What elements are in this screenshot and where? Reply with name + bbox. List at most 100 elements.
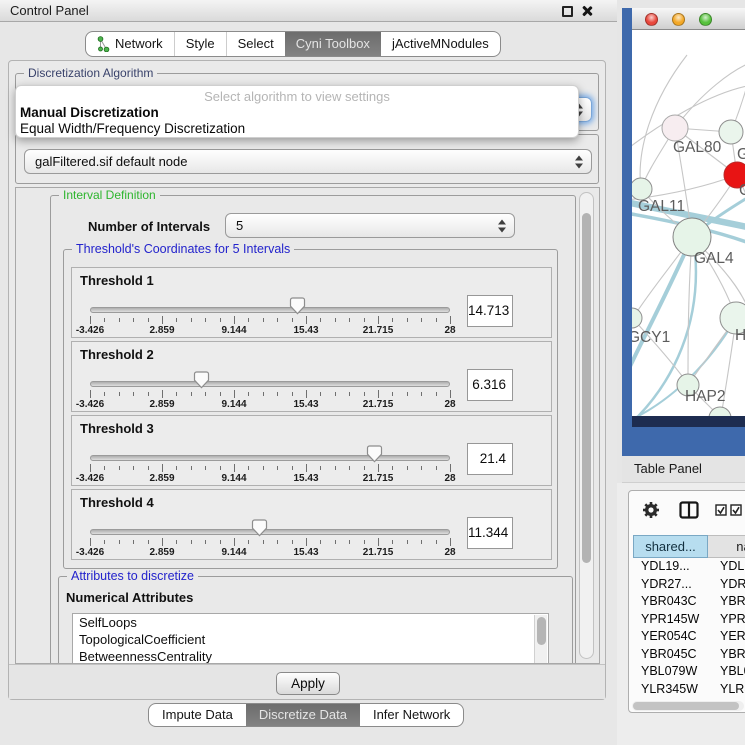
threshold-slider[interactable]: -3.4262.8599.14415.4321.71528 bbox=[90, 268, 450, 339]
attributes-list-scrollbar[interactable] bbox=[534, 615, 547, 664]
network-node[interactable] bbox=[632, 178, 652, 200]
tab-discretize-data[interactable]: Discretize Data bbox=[246, 704, 360, 726]
table-cell-shared-name[interactable]: YLR345W bbox=[633, 681, 708, 699]
slider-scale-label: 2.859 bbox=[149, 325, 174, 336]
network-node[interactable] bbox=[709, 407, 731, 416]
attributes-scrollbar-thumb[interactable] bbox=[537, 617, 546, 645]
table-cell-name[interactable]: YDL19... bbox=[708, 558, 745, 576]
popup-item-equal-width-frequency[interactable]: Equal Width/Frequency Discretization bbox=[20, 121, 245, 136]
table-cell-shared-name[interactable]: YBR043C bbox=[633, 593, 708, 611]
table-row[interactable]: YDR27... YDR27... bbox=[633, 576, 745, 594]
table-row[interactable]: YBR045C YBR045C bbox=[633, 646, 745, 664]
traffic-light-zoom-icon[interactable] bbox=[699, 13, 712, 26]
slider-tick bbox=[349, 466, 350, 470]
threshold-slider[interactable]: -3.4262.8599.14415.4321.71528 bbox=[90, 490, 450, 561]
settings-scrollbar-thumb[interactable] bbox=[582, 213, 591, 563]
slider-tick bbox=[263, 466, 264, 470]
table-row[interactable]: YBL079W YBL079W bbox=[633, 663, 745, 681]
float-window-icon[interactable] bbox=[562, 6, 573, 17]
threshold-slider[interactable]: -3.4262.8599.14415.4321.71528 bbox=[90, 416, 450, 487]
network-node[interactable] bbox=[632, 308, 642, 328]
tab-jactivemnodules[interactable]: jActiveMNodules bbox=[381, 32, 500, 56]
traffic-light-close-icon[interactable] bbox=[645, 13, 658, 26]
slider-tick bbox=[306, 538, 307, 546]
slider-ticks bbox=[90, 538, 450, 546]
column-header-shared-name[interactable]: shared... bbox=[633, 535, 708, 558]
slider-track[interactable] bbox=[90, 381, 450, 387]
table-row[interactable]: YER054C YER054C bbox=[633, 628, 745, 646]
slider-tick bbox=[277, 318, 278, 322]
table-cell-name[interactable]: YLR345W bbox=[708, 681, 745, 699]
threshold-value-field[interactable]: 14.713 bbox=[467, 295, 513, 327]
table-data-combobox[interactable]: galFiltered.sif default node bbox=[24, 149, 592, 174]
split-columns-icon[interactable] bbox=[679, 501, 699, 519]
table-row[interactable]: YDL19... YDL19... bbox=[633, 558, 745, 576]
threshold-value-field[interactable]: 6.316 bbox=[467, 369, 513, 401]
slider-scale-label: 15.43 bbox=[293, 473, 318, 484]
attribute-list-item[interactable]: BetweennessCentrality bbox=[73, 648, 548, 664]
slider-thumb-icon[interactable] bbox=[289, 297, 306, 315]
node-table-rows: YDL19... YDL19... YDR27... YDR27... YBR0… bbox=[633, 558, 745, 701]
tab-select[interactable]: Select bbox=[226, 32, 285, 56]
table-cell-name[interactable]: YDR27... bbox=[708, 576, 745, 594]
threshold-slider[interactable]: -3.4262.8599.14415.4321.71528 bbox=[90, 342, 450, 413]
slider-ticks bbox=[90, 464, 450, 472]
settings-vertical-scrollbar[interactable] bbox=[579, 192, 594, 659]
table-row[interactable]: YLR345W YLR345W bbox=[633, 681, 745, 699]
slider-tick bbox=[292, 318, 293, 322]
slider-tick bbox=[349, 318, 350, 322]
table-row[interactable]: YBR043C YBR043C bbox=[633, 593, 745, 611]
slider-track[interactable] bbox=[90, 307, 450, 313]
table-cell-name[interactable]: YER054C bbox=[708, 628, 745, 646]
popup-item-manual-discretization[interactable]: Manual Discretization bbox=[20, 105, 159, 120]
cyni-toolbox-panel: Discretization Algorithm Select algorith… bbox=[8, 60, 606, 700]
table-cell-shared-name[interactable]: YPR145W bbox=[633, 611, 708, 629]
attributes-group-title: Attributes to discretize bbox=[67, 569, 198, 584]
network-canvas[interactable]: GAL80GACGAL11GAL4GCY1HHAP2 bbox=[632, 30, 745, 416]
slider-track[interactable] bbox=[90, 529, 450, 535]
table-cell-name[interactable]: YPR145W bbox=[708, 611, 745, 629]
slider-scale-label: 28 bbox=[444, 399, 455, 410]
slider-tick bbox=[133, 318, 134, 322]
table-cell-name[interactable]: YBL079W bbox=[708, 663, 745, 681]
tab-infer-network[interactable]: Infer Network bbox=[360, 704, 463, 726]
column-header-name[interactable]: name bbox=[708, 535, 745, 558]
table-cell-shared-name[interactable]: YDL19... bbox=[633, 558, 708, 576]
tab-style[interactable]: Style bbox=[174, 32, 226, 56]
table-panel-header: Table Panel bbox=[622, 456, 745, 483]
attribute-list-item[interactable]: TopologicalCoefficient bbox=[73, 631, 548, 648]
slider-tick bbox=[220, 466, 221, 470]
slider-thumb-icon[interactable] bbox=[251, 519, 268, 537]
tab-cyni-toolbox[interactable]: Cyni Toolbox bbox=[285, 32, 381, 56]
slider-tick bbox=[90, 390, 91, 398]
numerical-attributes-list[interactable]: SelfLoopsTopologicalCoefficientBetweenne… bbox=[72, 613, 549, 664]
table-cell-shared-name[interactable]: YDR27... bbox=[633, 576, 708, 594]
slider-scale-label: -3.426 bbox=[76, 325, 104, 336]
threshold-value-field[interactable]: 21.4 bbox=[467, 443, 513, 475]
network-node-label: GAL4 bbox=[694, 250, 734, 267]
settings-gear-icon[interactable] bbox=[641, 500, 661, 520]
tab-impute-data[interactable]: Impute Data bbox=[149, 704, 246, 726]
close-icon[interactable] bbox=[581, 5, 593, 17]
threshold-value-field[interactable]: 11.344 bbox=[467, 517, 513, 549]
network-graph[interactable]: GAL80GACGAL11GAL4GCY1HHAP2 bbox=[632, 30, 745, 416]
attribute-list-item[interactable]: SelfLoops bbox=[73, 614, 548, 631]
network-node[interactable] bbox=[719, 120, 743, 144]
table-hscrollbar-thumb[interactable] bbox=[633, 702, 739, 710]
table-cell-name[interactable]: YBR043C bbox=[708, 593, 745, 611]
number-of-intervals-combobox[interactable]: 5 bbox=[225, 213, 515, 238]
slider-thumb-icon[interactable] bbox=[193, 371, 210, 389]
select-columns-checkboxes-icon[interactable] bbox=[715, 504, 742, 516]
tab-network[interactable]: Network bbox=[86, 32, 174, 56]
table-row[interactable]: YPR145W YPR145W bbox=[633, 611, 745, 629]
table-cell-shared-name[interactable]: YBR045C bbox=[633, 646, 708, 664]
slider-track[interactable] bbox=[90, 455, 450, 461]
table-cell-shared-name[interactable]: YBL079W bbox=[633, 663, 708, 681]
slider-thumb-icon[interactable] bbox=[366, 445, 383, 463]
table-cell-name[interactable]: YBR045C bbox=[708, 646, 745, 664]
table-cell-shared-name[interactable]: YER054C bbox=[633, 628, 708, 646]
apply-button[interactable]: Apply bbox=[276, 672, 340, 695]
table-horizontal-scrollbar[interactable] bbox=[632, 701, 744, 711]
network-node[interactable] bbox=[662, 115, 688, 141]
traffic-light-minimize-icon[interactable] bbox=[672, 13, 685, 26]
